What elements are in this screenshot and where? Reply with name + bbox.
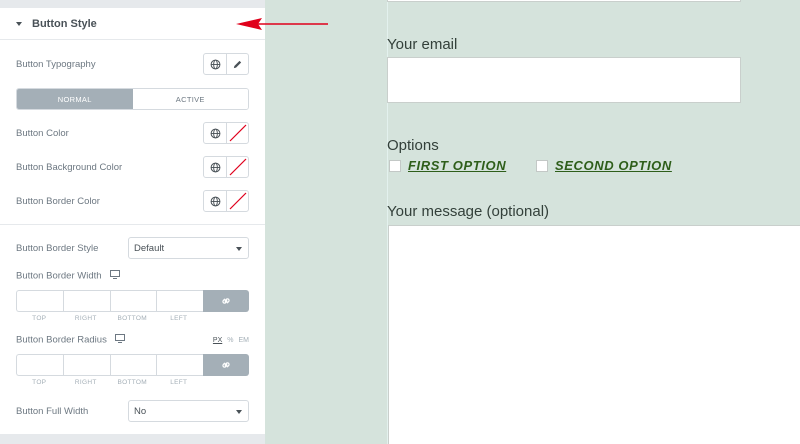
- full-width-value: No: [134, 405, 147, 417]
- border-width-label: Button Border Width: [16, 270, 102, 282]
- border-radius-inputs: [16, 354, 249, 376]
- second-option-label[interactable]: SECOND OPTION: [555, 158, 672, 173]
- globe-icon[interactable]: [204, 54, 226, 74]
- border-style-value: Default: [134, 242, 165, 254]
- dimension-label: TOP: [32, 315, 47, 322]
- border-radius-label-row: Button Border Radius PX % EM: [16, 331, 249, 349]
- desktop-icon[interactable]: [110, 270, 121, 282]
- tab-normal[interactable]: NORMAL: [17, 89, 133, 109]
- chevron-down-icon: [236, 247, 242, 251]
- button-bg-color-control: Button Background Color: [16, 156, 249, 178]
- button-color-buttons: [203, 122, 249, 144]
- color-swatch-none-icon[interactable]: [226, 157, 248, 177]
- unit-switcher: PX % EM: [213, 337, 249, 344]
- link-icon[interactable]: [203, 290, 249, 312]
- button-border-color-control: Button Border Color: [16, 190, 249, 212]
- button-bg-color-label: Button Background Color: [16, 161, 123, 173]
- button-style-section: Button Style Button Typography NORMAL AC…: [0, 8, 265, 434]
- name-input[interactable]: [387, 0, 741, 2]
- border-radius-left-input[interactable]: [156, 354, 204, 376]
- full-width-select[interactable]: No: [128, 400, 249, 422]
- first-option-label[interactable]: FIRST OPTION: [408, 158, 506, 173]
- section-header[interactable]: Button Style: [0, 8, 265, 40]
- button-color-control: Button Color: [16, 122, 249, 144]
- state-tabs: NORMAL ACTIVE: [16, 88, 249, 110]
- color-swatch-none-icon[interactable]: [226, 123, 248, 143]
- message-textarea[interactable]: [388, 225, 800, 444]
- second-option-checkbox[interactable]: [536, 160, 548, 172]
- border-radius-label-wrap: Button Border Radius: [16, 334, 213, 346]
- pencil-icon[interactable]: [226, 54, 248, 74]
- chevron-down-icon: [236, 410, 242, 414]
- border-width-top-input[interactable]: [16, 290, 63, 312]
- options-label: Options: [387, 137, 439, 154]
- dimension-label: LEFT: [170, 315, 188, 322]
- caret-down-icon: [16, 21, 22, 26]
- tab-active[interactable]: ACTIVE: [132, 89, 248, 109]
- border-style-select[interactable]: Default: [128, 237, 249, 259]
- border-radius-label: Button Border Radius: [16, 334, 107, 346]
- full-width-label: Button Full Width: [16, 405, 89, 417]
- first-option-checkbox[interactable]: [389, 160, 401, 172]
- border-radius-right-input[interactable]: [62, 354, 110, 376]
- border-radius-dimension-labels: TOP RIGHT BOTTOM LEFT: [16, 379, 202, 386]
- border-style-control: Button Border Style Default: [16, 237, 249, 259]
- unit-percent[interactable]: %: [227, 337, 233, 344]
- border-style-label: Button Border Style: [16, 242, 99, 254]
- border-radius-bottom-input[interactable]: [109, 354, 157, 376]
- unit-em[interactable]: EM: [239, 337, 250, 344]
- dimension-label: RIGHT: [74, 379, 97, 386]
- border-width-label-wrap: Button Border Width: [16, 270, 249, 282]
- button-border-color-label: Button Border Color: [16, 195, 100, 207]
- border-width-label-row: Button Border Width: [16, 267, 249, 285]
- typography-control: Button Typography: [16, 53, 249, 75]
- email-label: Your email: [387, 36, 458, 53]
- dimension-label: BOTTOM: [117, 379, 147, 386]
- dimension-label: RIGHT: [74, 315, 97, 322]
- border-width-bottom-input[interactable]: [109, 290, 157, 312]
- unit-px[interactable]: PX: [213, 337, 222, 344]
- editor-panel: Button Style Button Typography NORMAL AC…: [0, 0, 265, 444]
- border-width-dimension-labels: TOP RIGHT BOTTOM LEFT: [16, 315, 202, 322]
- color-swatch-none-icon[interactable]: [226, 191, 248, 211]
- dimension-label: TOP: [32, 379, 47, 386]
- divider: [0, 224, 265, 225]
- annotation-arrow-icon: [236, 18, 328, 30]
- globe-icon[interactable]: [204, 157, 226, 177]
- button-color-label: Button Color: [16, 127, 69, 139]
- typography-label: Button Typography: [16, 58, 96, 70]
- button-border-color-buttons: [203, 190, 249, 212]
- globe-icon[interactable]: [204, 123, 226, 143]
- button-bg-color-buttons: [203, 156, 249, 178]
- dimension-label: LEFT: [170, 379, 188, 386]
- email-input[interactable]: [387, 57, 741, 103]
- border-width-left-input[interactable]: [156, 290, 204, 312]
- typography-buttons: [203, 53, 249, 75]
- full-width-control: Button Full Width No: [16, 400, 249, 422]
- desktop-icon[interactable]: [115, 334, 126, 346]
- dimension-label: BOTTOM: [117, 315, 147, 322]
- border-width-inputs: [16, 290, 249, 312]
- border-width-right-input[interactable]: [62, 290, 110, 312]
- message-label: Your message (optional): [387, 203, 550, 220]
- border-radius-top-input[interactable]: [16, 354, 63, 376]
- link-icon[interactable]: [203, 354, 249, 376]
- globe-icon[interactable]: [204, 191, 226, 211]
- section-title: Button Style: [32, 17, 97, 30]
